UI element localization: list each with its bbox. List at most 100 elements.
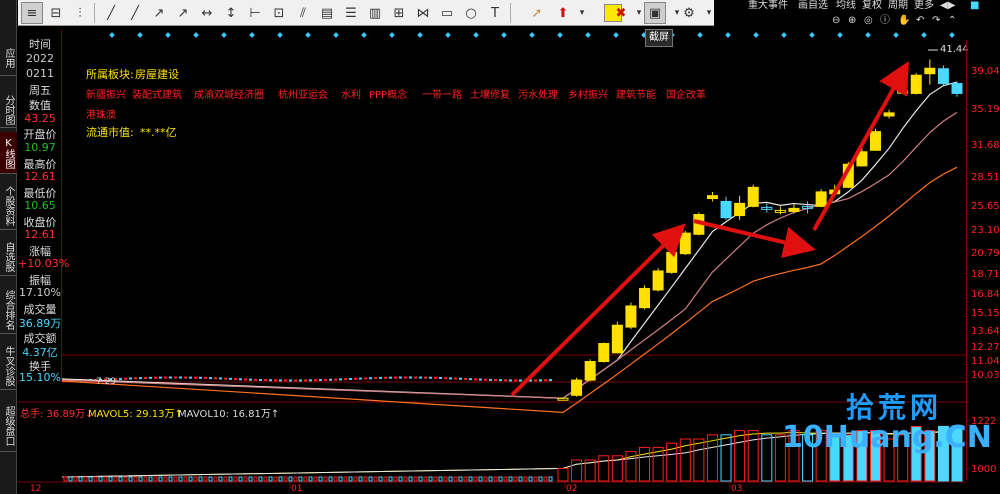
y-tick: 16.84	[971, 289, 1000, 300]
flat-volume-bar	[233, 476, 238, 482]
concept-tag[interactable]: 港珠澳	[86, 106, 116, 121]
flat-volume-bar	[368, 476, 373, 482]
candle-body	[666, 251, 678, 273]
window-icon[interactable]: ■	[970, 0, 979, 12]
line-segment-icon[interactable]: ╱	[100, 2, 122, 24]
y-tick: 31.68	[971, 140, 1000, 151]
flat-volume-bar	[118, 476, 123, 482]
eye-icon[interactable]: ◎	[864, 14, 873, 28]
forward-icon[interactable]: ↷	[932, 14, 940, 28]
concept-tag[interactable]: 建筑节能	[616, 86, 656, 101]
y-tick: 28.51	[971, 172, 1000, 183]
parallel-line-icon[interactable]: ⫽	[292, 2, 314, 24]
pointer-icon[interactable]: ≡	[21, 2, 43, 24]
chevron-up-icon[interactable]: ⌃	[948, 14, 956, 28]
flat-volume-bar	[83, 476, 88, 482]
horizontal-segment-icon[interactable]: ↔	[196, 2, 218, 24]
screenshot-icon[interactable]: ▣	[644, 2, 666, 24]
site-watermark: 拾荒网 10Huang.CN	[782, 386, 992, 456]
flat-volume-bar	[208, 476, 213, 482]
flat-volume-bar	[548, 476, 553, 482]
annotation-arrows	[510, 61, 909, 397]
play-icon[interactable]: ◀▶	[940, 0, 955, 12]
flat-volume-bar	[153, 476, 158, 482]
flat-volume-bar	[443, 476, 448, 482]
drawing-toolbar: ≡ ⊟ ⫶ ╱ ╱ ↗ ↗ ↔ ↕ ⊢ ⊡ ⫽ ▤ ☰ ▥ ⊞ ⋈ ▭ ○ T …	[18, 0, 714, 26]
flat-volume-bar	[278, 476, 283, 482]
trend-arrow-3	[812, 61, 909, 231]
flat-volume-bar	[148, 476, 153, 482]
concept-tag[interactable]: 装配式建筑	[132, 86, 182, 101]
flat-volume-bar	[473, 476, 478, 482]
flat-volume-bar	[418, 476, 423, 482]
ray-icon[interactable]: ↗	[148, 2, 170, 24]
menu-major-events[interactable]: 重大事件	[748, 0, 788, 12]
up-arrow-dropdown-icon[interactable]: ▾	[571, 2, 593, 24]
fibonacci-icon[interactable]: ☰	[340, 2, 362, 24]
arrow-line-icon[interactable]: ↗	[172, 2, 194, 24]
menu-period[interactable]: 周期	[888, 0, 908, 12]
volume-bar	[720, 434, 732, 482]
event-marker	[389, 32, 395, 38]
info-icon[interactable]: ⓘ	[880, 14, 890, 28]
flat-volume-bar	[353, 476, 358, 482]
channel-icon[interactable]: ▤	[316, 2, 338, 24]
candle	[897, 88, 909, 94]
event-marker	[697, 32, 703, 38]
flat-volume-bar	[68, 476, 73, 482]
candle-body	[747, 186, 759, 207]
candle	[951, 81, 963, 97]
concept-tag[interactable]: 污水处理	[518, 86, 558, 101]
concept-tag[interactable]: 乡村振兴	[568, 86, 608, 101]
volume-bar	[639, 446, 651, 482]
concept-tag[interactable]: 成渝双城经济圈	[194, 86, 264, 101]
plus-icon[interactable]: ⊕	[848, 14, 856, 28]
event-marker	[921, 32, 927, 38]
concept-tag[interactable]: 水利	[341, 86, 361, 101]
cycle-icon[interactable]: ⋈	[412, 2, 434, 24]
concept-tag[interactable]: 土壤修复	[470, 86, 510, 101]
concept-tag[interactable]: 国企改革	[666, 86, 706, 101]
concept-tag[interactable]: PPP概念	[369, 86, 407, 101]
hand-icon[interactable]: ✋	[898, 14, 910, 28]
vertical-line-icon[interactable]: ↕	[220, 2, 242, 24]
volume-bar	[761, 434, 773, 482]
flat-volume-bar	[513, 476, 518, 482]
flat-volume-bar	[253, 476, 258, 482]
candle	[666, 249, 678, 274]
x-tick: 01	[291, 484, 303, 494]
circle-icon[interactable]: ○	[460, 2, 482, 24]
flat-volume-bar	[113, 476, 118, 482]
flat-volume-bar	[493, 476, 498, 482]
menu-adjusted[interactable]: 复权	[862, 0, 882, 12]
concept-tag[interactable]: 一带一路	[422, 86, 462, 101]
draw-line-settings-icon[interactable]: ⊟	[45, 2, 67, 24]
event-marker	[193, 32, 199, 38]
flat-volume-bar	[178, 476, 183, 482]
text-icon[interactable]: T	[484, 2, 506, 24]
crop-icon[interactable]: ⊡	[268, 2, 290, 24]
flat-volume-bar	[463, 476, 468, 482]
flat-volume-bar	[223, 476, 228, 482]
concept-tag[interactable]: 杭州亚运会	[278, 86, 328, 101]
menu-moving-average[interactable]: 均线	[836, 0, 856, 12]
horizontal-ray-icon[interactable]: ⊢	[244, 2, 266, 24]
grid-lines-icon[interactable]: ▥	[364, 2, 386, 24]
back-icon[interactable]: ↶	[916, 14, 924, 28]
menu-draw-watchlist[interactable]: 画自选	[798, 0, 828, 12]
flat-volume-bar	[503, 476, 508, 482]
ma5-line	[61, 81, 958, 399]
flat-volume-bar	[398, 476, 403, 482]
flat-volume-bar	[283, 476, 288, 482]
straight-line-icon[interactable]: ╱	[124, 2, 146, 24]
flat-volume-bar	[268, 476, 273, 482]
concept-tag[interactable]: 新疆振兴	[86, 86, 126, 101]
y-tick: 11.04	[971, 356, 1000, 367]
rectangle-icon[interactable]: ▭	[436, 2, 458, 24]
hide-lines-icon[interactable]: ⫶	[69, 2, 91, 24]
cursor-icon[interactable]: ➚	[526, 2, 548, 24]
minus-icon[interactable]: ⊖	[832, 14, 840, 28]
gear-icon[interactable]: ⚙	[678, 2, 700, 24]
gann-icon[interactable]: ⊞	[388, 2, 410, 24]
menu-more[interactable]: 更多	[914, 0, 934, 12]
